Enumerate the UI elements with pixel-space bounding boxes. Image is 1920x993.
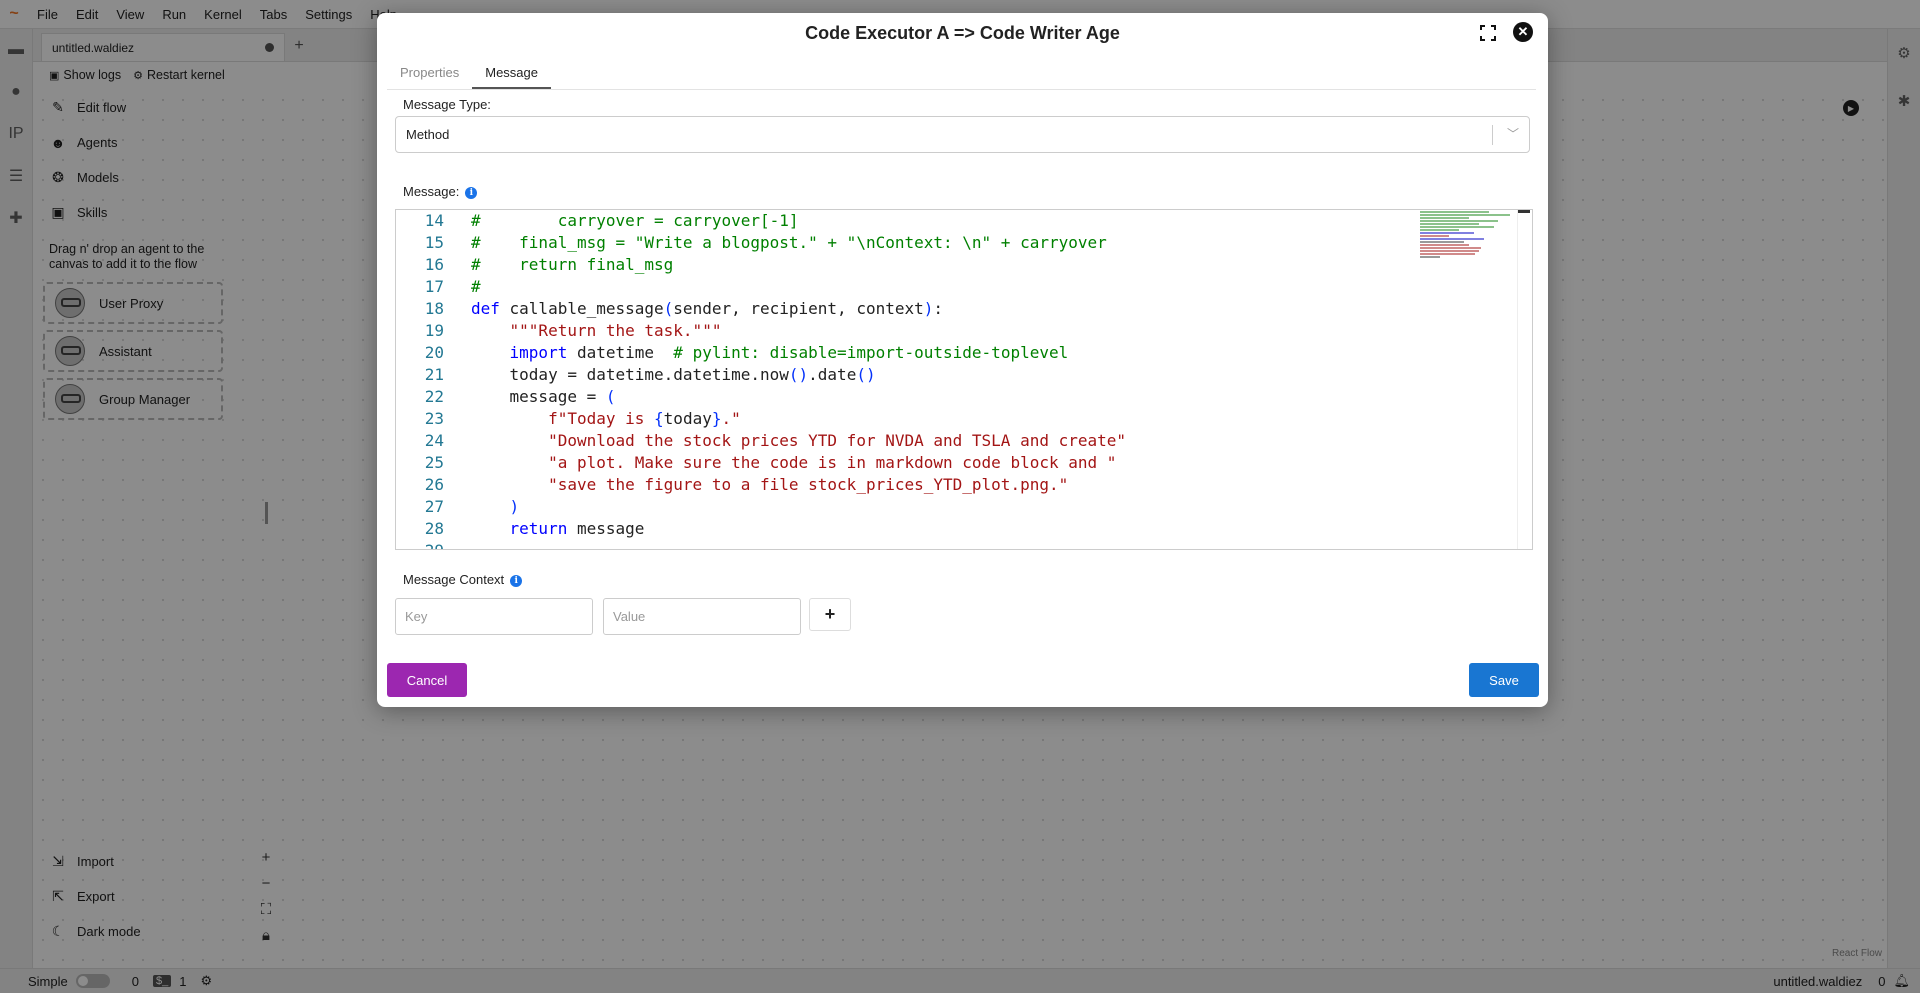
maximize-icon[interactable] [1478, 23, 1498, 43]
code-minimap[interactable] [1420, 210, 1518, 270]
code-line[interactable]: 22 message = ( [396, 386, 1396, 408]
message-type-select[interactable]: Method ﹀ [395, 116, 1530, 153]
code-token: # pylint: disable=import-outside-topleve… [673, 343, 1069, 362]
message-code-editor[interactable]: 14 # carryover = carryover[-1] 15 # final_m… [395, 209, 1533, 550]
line-number: 19 [424, 321, 444, 340]
editor-scrollbar[interactable] [1517, 210, 1532, 549]
code-token: "save the figure to a file stock_prices_… [548, 475, 1069, 494]
close-icon[interactable]: ✕ [1513, 22, 1533, 42]
code-token: f"Today is [548, 409, 655, 428]
code-line[interactable]: 25 "a plot. Make sure the code is in mar… [396, 452, 1396, 474]
code-token: ) [923, 299, 934, 318]
message-type-label: Message Type: [403, 97, 491, 112]
line-number: 16 [424, 255, 444, 274]
code-token: ( [663, 299, 674, 318]
code-line[interactable]: 14 # carryover = carryover[-1] [396, 210, 1396, 232]
chevron-down-icon[interactable]: ﹀ [1507, 125, 1519, 142]
line-number: 15 [424, 233, 444, 252]
code-token: # final_msg = "Write a blogpost." + "\nC… [471, 233, 1107, 252]
message-context-label-row: Message Context i [403, 572, 523, 587]
code-token: : [933, 299, 944, 318]
line-number: 20 [424, 343, 444, 362]
code-token: sender, recipient, context [673, 299, 924, 318]
line-number: 18 [424, 299, 444, 318]
code-line[interactable]: 27 ) [396, 496, 1396, 518]
message-type-value: Method [406, 127, 450, 142]
code-token: import [509, 343, 577, 362]
code-token: ) [509, 497, 520, 516]
code-line[interactable]: 23 f"Today is {today}." [396, 408, 1396, 430]
edge-edit-modal: Code Executor A => Code Writer Age ✕ Pro… [377, 13, 1548, 707]
code-line[interactable]: 17 # [396, 276, 1396, 298]
code-token: return [509, 519, 577, 538]
code-token: today [663, 409, 712, 428]
code-token: message [576, 519, 645, 538]
code-line[interactable]: 18 def callable_message(sender, recipient… [396, 298, 1396, 320]
code-line[interactable]: 19 """Return the task.""" [396, 320, 1396, 342]
editor-scrollbar-thumb[interactable] [1518, 210, 1530, 213]
code-token: """Return the task.""" [509, 321, 722, 340]
code-line[interactable]: 26 "save the figure to a file stock_pric… [396, 474, 1396, 496]
code-lines: 14 # carryover = carryover[-1] 15 # final_m… [396, 210, 1396, 549]
code-token: today = datetime.datetime.now [471, 365, 789, 384]
line-number: 14 [424, 211, 444, 230]
line-number: 28 [424, 519, 444, 538]
code-token: message = [471, 387, 606, 406]
line-number: 23 [424, 409, 444, 428]
code-token: ." [721, 409, 741, 428]
tab-properties[interactable]: Properties [387, 57, 472, 89]
select-separator [1492, 125, 1493, 145]
code-line[interactable]: 16 # return final_msg [396, 254, 1396, 276]
code-token: .date [808, 365, 857, 384]
line-number: 22 [424, 387, 444, 406]
code-token: # return final_msg [471, 255, 674, 274]
message-label: Message: [403, 184, 460, 199]
line-number: 17 [424, 277, 444, 296]
code-token: ( [605, 387, 616, 406]
code-token: # carryover = carryover[-1] [471, 211, 799, 230]
code-token: { [654, 409, 664, 428]
modal-tabs: Properties Message [387, 57, 1536, 90]
code-token: () [788, 365, 809, 384]
code-line[interactable]: 29 [396, 540, 1396, 549]
line-number: 24 [424, 431, 444, 450]
code-line[interactable]: 24 "Download the stock prices YTD for NV… [396, 430, 1396, 452]
line-number: 21 [424, 365, 444, 384]
code-line[interactable]: 21 today = datetime.datetime.now().date(… [396, 364, 1396, 386]
info-icon[interactable]: i [465, 186, 478, 199]
code-token: "a plot. Make sure the code is in markdo… [548, 453, 1117, 472]
line-number: 29 [396, 540, 444, 549]
context-key-input[interactable] [395, 598, 593, 635]
modal-title: Code Executor A => Code Writer Age [805, 23, 1120, 43]
code-token: # [471, 277, 481, 296]
add-context-button[interactable]: + [809, 598, 851, 631]
line-number: 27 [424, 497, 444, 516]
line-number: 25 [424, 453, 444, 472]
info-icon[interactable]: i [510, 574, 523, 587]
context-value-input[interactable] [603, 598, 801, 635]
code-token: def [471, 299, 510, 318]
code-line[interactable]: 20 import datetime # pylint: disable=imp… [396, 342, 1396, 364]
code-token: "Download the stock prices YTD for NVDA … [548, 431, 1127, 450]
cancel-button[interactable]: Cancel [387, 663, 467, 697]
code-line[interactable]: 28 return message [396, 518, 1396, 540]
save-button[interactable]: Save [1469, 663, 1539, 697]
message-context-label: Message Context [403, 572, 505, 587]
code-token: datetime [576, 343, 674, 362]
code-token: callable_message [509, 299, 664, 318]
tab-message[interactable]: Message [472, 57, 551, 89]
code-token: () [856, 365, 876, 384]
message-label-row: Message: i [403, 184, 478, 199]
line-number: 26 [424, 475, 444, 494]
code-line[interactable]: 15 # final_msg = "Write a blogpost." + "\… [396, 232, 1396, 254]
